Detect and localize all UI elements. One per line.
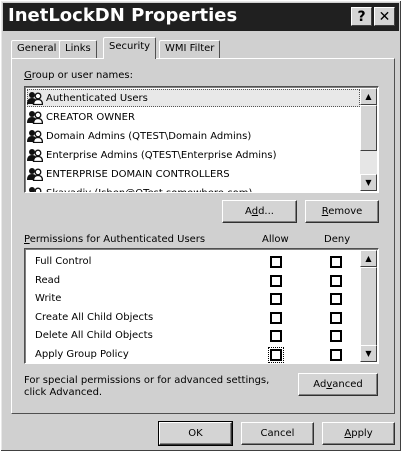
permission-name: Full Control	[35, 256, 92, 267]
group-user-list[interactable]: Authenticated Users CREATOR OWNER Domain A…	[24, 86, 379, 193]
deny-checkbox[interactable]	[330, 330, 342, 342]
group-names-label-accel: G	[24, 70, 32, 81]
scroll-up-icon: ▲	[365, 92, 372, 101]
group-list-item[interactable]: Skavadiy (Ishen@QTest.somewhere.com)	[27, 184, 360, 193]
permission-name: Apply Group Policy	[35, 348, 129, 360]
group-names-label-text: roup or user names:	[31, 70, 133, 81]
cancel-button[interactable]: Cancel	[241, 422, 314, 445]
advanced-note-line2: click Advanced.	[24, 387, 103, 398]
deny-checkbox[interactable]	[330, 311, 342, 324]
perm-scroll-up-icon: ▲	[365, 254, 372, 263]
cancel-button-label: Cancel	[260, 428, 295, 439]
permission-name: Write	[35, 293, 62, 304]
allow-checkbox[interactable]	[270, 293, 282, 305]
permission-name: Delete All Child Objects	[35, 330, 153, 341]
allow-checkbox[interactable]	[270, 330, 282, 342]
permission-row: Apply Group Policy	[25, 346, 355, 364]
remove-button-label: Remove	[322, 206, 363, 217]
add-label-rest: d...	[258, 206, 274, 217]
group-list-item[interactable]: Authenticated Users	[27, 89, 360, 107]
ok-button-label: OK	[188, 428, 203, 439]
close-button[interactable]: ✕	[374, 7, 395, 26]
tab-links-label: Links	[65, 43, 91, 54]
tab-links[interactable]: Links	[59, 40, 97, 58]
perm-scroll-up-button[interactable]: ▲	[360, 250, 377, 267]
group-list-item-label: Skavadiy (Ishen@QTest.somewhere.com)	[46, 187, 253, 193]
help-button[interactable]: ?	[351, 7, 372, 26]
tab-security[interactable]: Security	[103, 37, 157, 59]
group-list-item-label: ENTERPRISE DOMAIN CONTROLLERS	[46, 168, 230, 180]
remove-button[interactable]: Remove	[305, 200, 379, 223]
add-button[interactable]: Add...	[222, 200, 297, 223]
group-list-item[interactable]: CREATOR OWNER	[27, 108, 360, 126]
user-group-icon	[27, 186, 43, 192]
perm-scroll-down-icon: ▼	[365, 349, 372, 358]
permissions-label-text: ermissions for Authenticated Users	[29, 234, 206, 245]
user-group-icon	[27, 110, 43, 124]
permission-row: Read	[25, 273, 355, 291]
advanced-label-a: Ad	[313, 379, 327, 390]
permissions-label: Permissions for Authenticated Users	[24, 234, 205, 245]
group-list-item-label: Enterprise Admins (QTEST\Enterprise Admi…	[46, 149, 277, 161]
user-group-icon	[27, 148, 43, 162]
group-names-label: Group or user names:	[24, 70, 133, 81]
deny-checkbox[interactable]	[330, 256, 342, 268]
advanced-note-line1: For special permissions or for advanced …	[24, 375, 270, 386]
permission-row: Create All Child Objects	[25, 310, 355, 328]
title-bar[interactable]: InetLockDN Properties ? ✕	[3, 3, 399, 31]
user-group-icon	[27, 167, 43, 181]
scroll-down-icon: ▼	[365, 178, 372, 187]
group-list-scrollbar[interactable]: ▲ ▼	[360, 88, 377, 191]
advanced-button-label: Advanced	[313, 379, 362, 390]
help-icon: ?	[357, 8, 366, 25]
group-list-item-label: Authenticated Users	[46, 92, 148, 104]
perm-scroll-down-button[interactable]: ▼	[360, 345, 377, 362]
deny-checkbox[interactable]	[330, 274, 342, 287]
permissions-list[interactable]: Full Control Read Write Create All Child Ob…	[24, 248, 379, 364]
scroll-up-button[interactable]: ▲	[360, 88, 377, 105]
permission-name: Read	[35, 274, 61, 286]
scroll-down-button[interactable]: ▼	[360, 174, 377, 191]
permission-row: Delete All Child Objects	[25, 328, 355, 346]
deny-column-header: Deny	[324, 234, 351, 245]
ok-button[interactable]: OK	[158, 421, 233, 446]
allow-checkbox[interactable]	[270, 256, 282, 268]
group-list-item[interactable]: ENTERPRISE DOMAIN CONTROLLERS	[27, 165, 360, 183]
tab-security-label: Security	[109, 41, 151, 52]
apply-button-label: Apply	[344, 428, 372, 439]
close-icon: ✕	[378, 8, 391, 25]
group-list-item[interactable]: Domain Admins (QTEST\Domain Admins)	[27, 127, 360, 145]
advanced-label-rest: anced	[332, 379, 363, 390]
tab-wmi-filter-label: WMI Filter	[165, 43, 215, 54]
perm-scroll-thumb[interactable]	[360, 267, 377, 347]
user-group-icon	[27, 91, 43, 105]
deny-checkbox[interactable]	[330, 293, 342, 305]
group-list-item-label: CREATOR OWNER	[46, 111, 135, 123]
tab-wmi-filter[interactable]: WMI Filter	[159, 40, 221, 58]
allow-checkbox[interactable]	[268, 346, 284, 363]
permission-row: Full Control	[25, 254, 355, 272]
properties-dialog: InetLockDN Properties ? ✕ General Links …	[0, 0, 402, 452]
scroll-thumb[interactable]	[360, 105, 377, 151]
permissions-scrollbar[interactable]: ▲ ▼	[360, 250, 377, 362]
allow-checkbox[interactable]	[270, 274, 282, 287]
add-button-label: Add...	[245, 206, 274, 217]
allow-checkbox[interactable]	[270, 311, 282, 324]
group-list-item[interactable]: Enterprise Admins (QTEST\Enterprise Admi…	[27, 146, 360, 164]
apply-label-rest: pply	[351, 428, 373, 439]
tab-general-label: General	[17, 43, 57, 54]
permission-row: Write	[25, 291, 355, 309]
apply-button[interactable]: Apply	[322, 422, 395, 445]
advanced-button[interactable]: Advanced	[298, 373, 378, 396]
remove-label-rest: emove	[328, 206, 363, 217]
tab-general[interactable]: General	[11, 40, 63, 58]
group-list-item-label: Domain Admins (QTEST\Domain Admins)	[46, 130, 252, 142]
allow-column-header: Allow	[262, 234, 289, 245]
security-panel: Group or user names: Authenticated Users…	[11, 58, 395, 414]
deny-checkbox[interactable]	[330, 348, 342, 361]
add-label-a: A	[245, 206, 252, 217]
window-title: InetLockDN Properties	[8, 5, 238, 26]
permission-name: Create All Child Objects	[35, 311, 154, 323]
user-group-icon	[27, 129, 43, 143]
